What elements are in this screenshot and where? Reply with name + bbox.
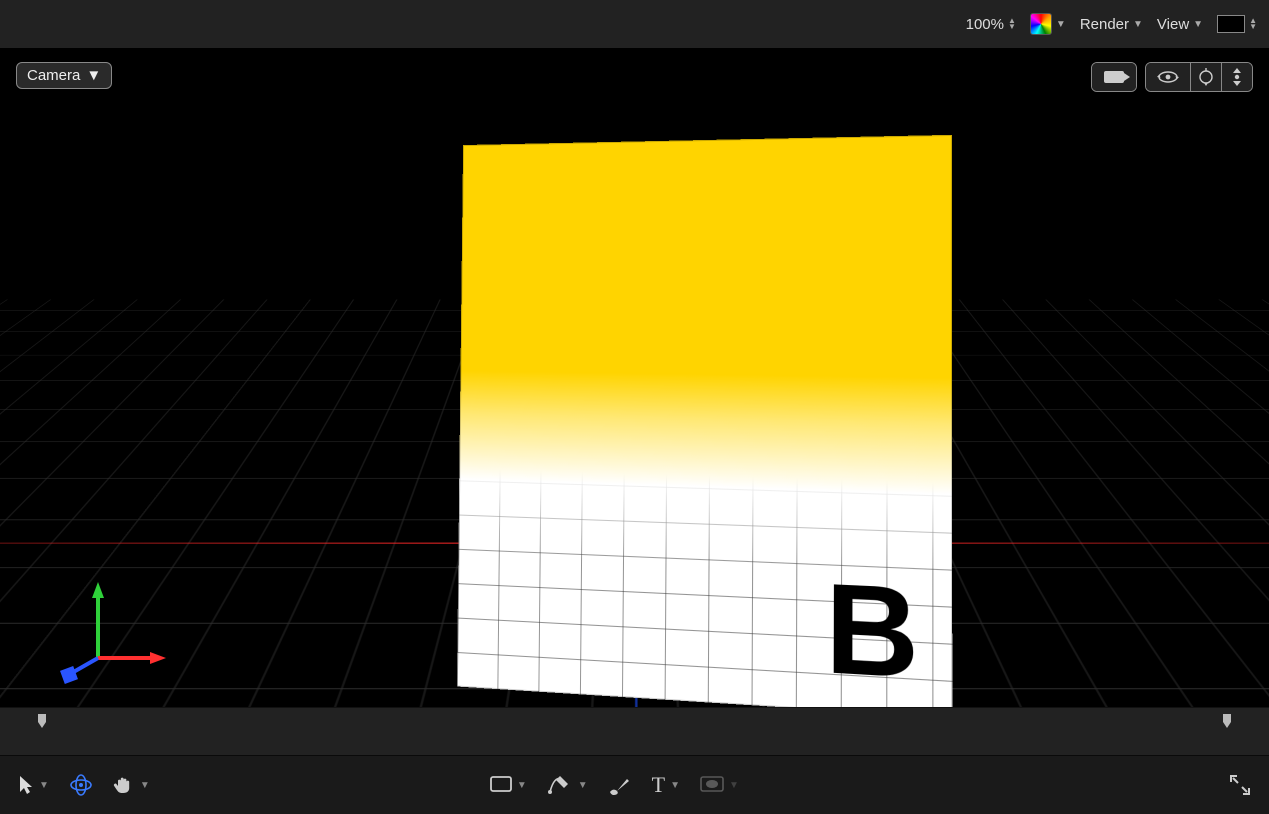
stepper-icon: ▲▼ — [1249, 18, 1257, 30]
mini-timeline[interactable] — [0, 707, 1269, 756]
scene: B — [0, 48, 1269, 708]
mask-icon — [700, 776, 724, 794]
aspect-icon — [1217, 15, 1245, 33]
chevron-down-icon: ▼ — [670, 780, 680, 791]
chevron-down-icon: ▼ — [1133, 19, 1143, 30]
layer-letter: B — [825, 564, 919, 698]
dolly-icon — [1230, 68, 1244, 86]
y-axis-arrow-icon — [92, 582, 104, 598]
fullscreen-button[interactable] — [1229, 774, 1251, 796]
camera-view-dropdown[interactable]: Camera ▼ — [16, 62, 112, 89]
chevron-down-icon: ▼ — [1193, 19, 1203, 30]
view-dropdown[interactable]: View ▼ — [1157, 16, 1203, 33]
canvas-viewport[interactable]: B Camera ▼ — [0, 48, 1269, 708]
rectangle-icon — [490, 776, 512, 794]
orientation-gizmo[interactable] — [48, 568, 168, 688]
layer-plane[interactable]: B — [457, 135, 952, 708]
expand-icon — [1229, 774, 1251, 796]
frame-camera-button[interactable] — [1092, 63, 1136, 91]
render-label: Render — [1080, 16, 1129, 33]
color-channel-dropdown[interactable]: ▼ — [1030, 13, 1066, 35]
chevron-down-icon: ▼ — [517, 780, 527, 791]
chevron-down-icon: ▼ — [1056, 19, 1066, 30]
in-point-marker[interactable] — [36, 712, 50, 736]
pan-button[interactable] — [1190, 63, 1221, 91]
zoom-control[interactable]: 100% ▲▼ — [966, 16, 1016, 33]
hand-icon — [113, 774, 135, 796]
view-nav-group — [1091, 62, 1253, 92]
brush-icon — [608, 775, 632, 795]
out-point-marker[interactable] — [1219, 712, 1233, 736]
3d-transform-icon — [69, 773, 93, 797]
pen-tool[interactable]: ▼ — [547, 774, 588, 796]
chevron-down-icon: ▼ — [140, 780, 150, 791]
pan-icon — [1197, 68, 1215, 86]
pen-icon — [547, 774, 573, 796]
arrow-cursor-icon — [18, 775, 34, 795]
canvas-toolbar: ▼ ▼ ▼ ▼ T ▼ — [0, 755, 1269, 814]
3d-transform-tool[interactable] — [69, 773, 93, 797]
chevron-down-icon: ▼ — [578, 780, 588, 791]
shape-tool[interactable]: ▼ — [490, 776, 527, 794]
mask-tool[interactable]: ▼ — [700, 776, 739, 794]
chevron-down-icon: ▼ — [86, 67, 101, 84]
stepper-icon: ▲▼ — [1008, 18, 1016, 30]
orbit-button[interactable] — [1146, 63, 1190, 91]
select-tool[interactable]: ▼ — [18, 775, 49, 795]
text-tool[interactable]: T ▼ — [652, 772, 680, 798]
x-axis-arrow-icon — [150, 652, 166, 664]
camera-view-label: Camera — [27, 67, 80, 84]
orbit-icon — [1157, 68, 1179, 86]
viewer-top-bar: 100% ▲▼ ▼ Render ▼ View ▼ ▲▼ — [0, 0, 1269, 49]
view-transform-group — [1145, 62, 1253, 92]
text-icon: T — [652, 772, 665, 798]
chevron-down-icon: ▼ — [729, 780, 739, 791]
view-label: View — [1157, 16, 1189, 33]
dolly-button[interactable] — [1221, 63, 1252, 91]
active-camera-button-group — [1091, 62, 1137, 92]
paint-stroke-tool[interactable] — [608, 775, 632, 795]
zoom-value: 100% — [966, 16, 1004, 33]
render-dropdown[interactable]: Render ▼ — [1080, 16, 1143, 33]
pan-tool[interactable]: ▼ — [113, 774, 150, 796]
aspect-dropdown[interactable]: ▲▼ — [1217, 15, 1257, 33]
chevron-down-icon: ▼ — [39, 780, 49, 791]
camera-icon — [1104, 71, 1124, 83]
color-wheel-icon — [1030, 13, 1052, 35]
